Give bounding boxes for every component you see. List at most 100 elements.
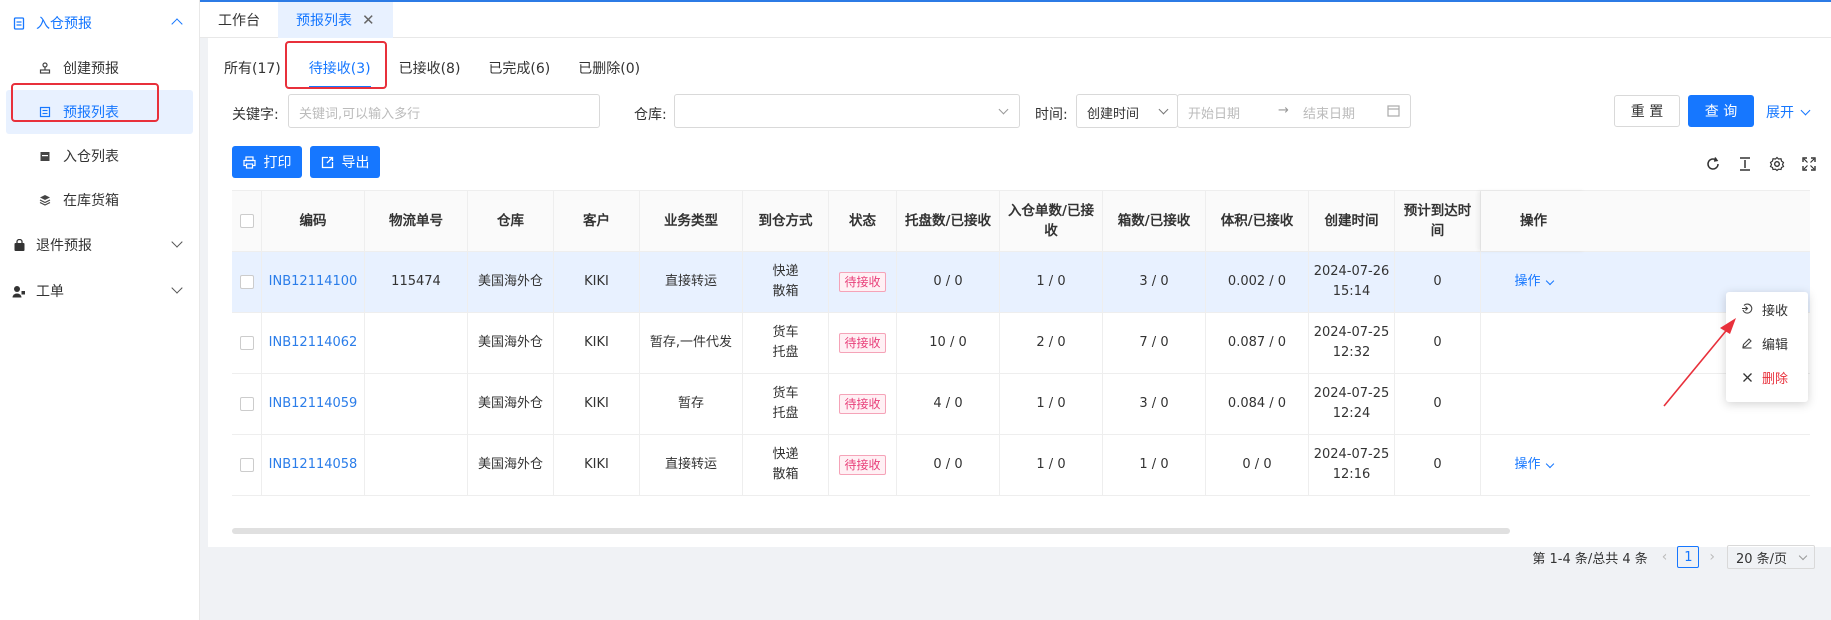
sidebar-item-create-forecast[interactable]: 创建预报 — [0, 46, 199, 90]
created-date: 2024-07-25 — [1313, 386, 1390, 401]
row-checkbox[interactable] — [232, 374, 262, 434]
eta-cell: 0 — [1395, 435, 1481, 495]
customer-cell: KIKI — [554, 374, 640, 434]
time-type-select[interactable]: 创建时间 — [1076, 94, 1178, 128]
created-time: 12:16 — [1332, 467, 1371, 482]
next-page-icon[interactable]: › — [1709, 549, 1715, 565]
status-tabs: 所有(17) 待接收(3) 已接收(8) 已完成(6) 已删除(0) — [224, 54, 668, 88]
tab-forecast-list[interactable]: 预报列表 ✕ — [278, 2, 393, 38]
warehouse-label: 仓库: — [634, 107, 667, 123]
row-checkbox[interactable] — [232, 313, 262, 373]
chevron-down-icon — [1800, 105, 1811, 115]
menu-group-work-order[interactable]: 工单 — [0, 268, 199, 314]
horizontal-scrollbar[interactable] — [232, 528, 1510, 534]
close-icon[interactable]: ✕ — [362, 11, 375, 29]
op-cell — [1481, 313, 1586, 373]
reset-button[interactable]: 重 置 — [1614, 95, 1680, 127]
boxes-cell: 3 / 0 — [1103, 252, 1206, 312]
table-row: INB12114062 美国海外仓 KIKI 暂存,一件代发 货车 托盘 待接收 … — [232, 313, 1810, 374]
refresh-icon[interactable] — [1703, 154, 1723, 174]
col-header: 操作 — [1481, 191, 1586, 251]
col-header: 物流单号 — [365, 191, 468, 251]
keyword-input[interactable]: 关键词,可以输入多行 — [288, 94, 600, 128]
pallets-cell: 0 / 0 — [897, 435, 1000, 495]
top-tab-bar: 工作台 预报列表 ✕ — [200, 0, 1831, 38]
tab-received[interactable]: 已接收(8) — [399, 54, 461, 84]
date-range-picker[interactable]: 开始日期 → 结束日期 — [1177, 94, 1411, 128]
warehouse-select[interactable] — [674, 94, 1020, 128]
code-link[interactable]: INB12114058 — [262, 435, 365, 495]
print-button[interactable]: 打印 — [232, 146, 302, 178]
tab-all[interactable]: 所有(17) — [224, 54, 281, 84]
col-header: 预计到达时间 — [1395, 191, 1481, 251]
warehouse-cell: 美国海外仓 — [468, 313, 554, 373]
page-1-button[interactable]: 1 — [1677, 546, 1700, 568]
keyword-placeholder: 关键词,可以输入多行 — [299, 107, 421, 122]
tab-completed[interactable]: 已完成(6) — [488, 54, 550, 84]
stamp-icon — [38, 62, 51, 75]
export-icon — [321, 156, 334, 169]
col-header: 创建时间 — [1309, 191, 1395, 251]
col-header: 箱数/已接收 — [1103, 191, 1206, 251]
menu-group-return-forecast[interactable]: 退件预报 — [0, 222, 199, 268]
status-cell: 待接收 — [829, 374, 897, 434]
eta-cell: 0 — [1395, 313, 1481, 373]
column-height-icon[interactable] — [1735, 154, 1755, 174]
settings-icon[interactable] — [1767, 154, 1787, 174]
arrival-line: 货车 — [772, 386, 799, 401]
col-header: 编码 — [262, 191, 365, 251]
arrival-line: 快递 — [772, 264, 799, 279]
warehouse-cell: 美国海外仓 — [468, 252, 554, 312]
tab-label: 工作台 — [218, 13, 260, 29]
col-header: 到仓方式 — [743, 191, 829, 251]
op-cell — [1481, 374, 1586, 434]
sidebar-item-stock-boxes[interactable]: 在库货箱 — [0, 178, 199, 222]
tab-pending[interactable]: 待接收(3) — [308, 54, 371, 88]
code-link[interactable]: INB12114062 — [262, 313, 365, 373]
prev-page-icon[interactable]: ‹ — [1662, 549, 1668, 565]
tracking-cell — [365, 435, 468, 495]
warehouse-cell: 美国海外仓 — [468, 435, 554, 495]
arrival-cell: 快递 散箱 — [743, 435, 829, 495]
tab-deleted[interactable]: 已删除(0) — [578, 54, 640, 84]
operation-dropdown[interactable]: 操作 — [1514, 272, 1554, 292]
fullscreen-icon[interactable] — [1799, 154, 1819, 174]
row-checkbox[interactable] — [232, 435, 262, 495]
keyword-label: 关键字: — [232, 107, 279, 123]
biz-type-cell: 暂存 — [640, 374, 743, 434]
table-row: INB12114059 美国海外仓 KIKI 暂存 货车 托盘 待接收 4 / 0… — [232, 374, 1810, 435]
status-cell: 待接收 — [829, 313, 897, 373]
chevron-down-icon — [998, 104, 1009, 115]
operation-label: 操作 — [1514, 274, 1541, 289]
select-all-checkbox[interactable] — [232, 191, 262, 251]
page-size-select[interactable]: 20 条/页 — [1727, 545, 1815, 569]
orders-cell: 2 / 0 — [1000, 313, 1103, 373]
arrival-cell: 货车 托盘 — [743, 374, 829, 434]
row-checkbox[interactable] — [232, 252, 262, 312]
col-header: 业务类型 — [640, 191, 743, 251]
sidebar-item-inbound-list[interactable]: 入仓列表 — [0, 134, 199, 178]
export-button[interactable]: 导出 — [310, 146, 380, 178]
tab-workbench[interactable]: 工作台 — [200, 2, 278, 38]
expand-link[interactable]: 展开 — [1766, 102, 1811, 122]
status-badge: 待接收 — [839, 272, 886, 292]
created-time: 15:14 — [1332, 284, 1371, 299]
arrival-line: 托盘 — [772, 345, 799, 360]
page-size-value: 20 条/页 — [1736, 551, 1788, 567]
chevron-down-icon — [171, 282, 183, 294]
operation-dropdown[interactable]: 操作 — [1514, 455, 1554, 475]
pagination: 第 1-4 条/总共 4 条 ‹ 1 › 20 条/页 — [1532, 544, 1815, 570]
created-cell: 2024-07-26 15:14 — [1309, 252, 1395, 312]
orders-cell: 1 / 0 — [1000, 435, 1103, 495]
calendar-icon — [1387, 104, 1400, 121]
menu-group-inbound-forecast[interactable]: 入仓预报 — [0, 0, 199, 46]
chevron-up-icon — [171, 18, 183, 30]
arrow-right-icon: → — [1278, 103, 1289, 118]
warehouse-cell: 美国海外仓 — [468, 374, 554, 434]
query-button[interactable]: 查 询 — [1688, 95, 1754, 127]
biz-type-cell: 直接转运 — [640, 252, 743, 312]
boxes-cell: 3 / 0 — [1103, 374, 1206, 434]
code-link[interactable]: INB12114100 — [262, 252, 365, 312]
sidebar-item-forecast-list[interactable]: 预报列表 — [6, 90, 193, 134]
code-link[interactable]: INB12114059 — [262, 374, 365, 434]
